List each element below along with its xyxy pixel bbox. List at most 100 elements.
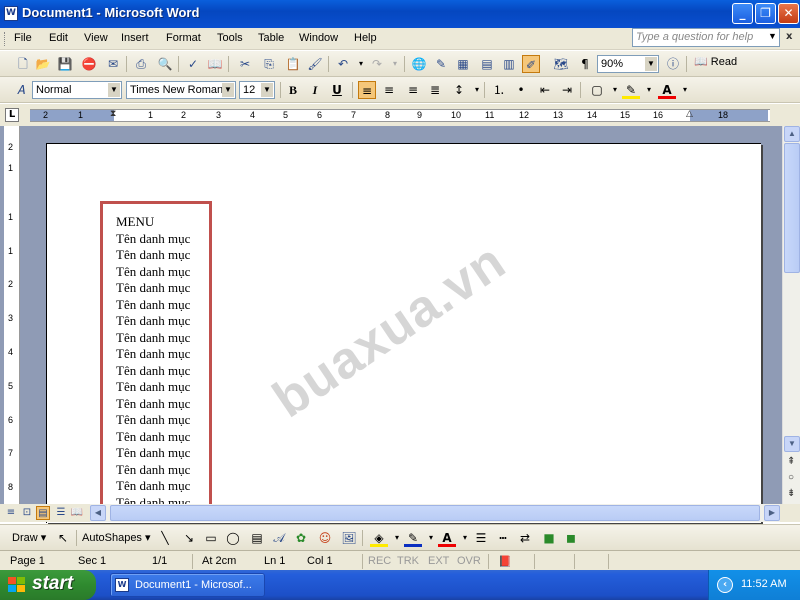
doc-line[interactable]: Tên danh mục: [116, 379, 209, 396]
oval-tool-icon[interactable]: ◯: [224, 529, 242, 547]
highlight-dropdown-icon[interactable]: ▾: [640, 81, 658, 99]
menu-format[interactable]: Format: [166, 32, 201, 44]
normal-view-icon[interactable]: ≡: [4, 506, 18, 520]
draw-font-color-icon[interactable]: A: [438, 529, 456, 547]
menu-insert[interactable]: Insert: [121, 32, 149, 44]
font-color-dropdown-icon[interactable]: ▾: [676, 81, 694, 99]
doc-line[interactable]: Tên danh mục: [116, 313, 209, 330]
line-color-icon[interactable]: ✎: [404, 529, 422, 547]
arrow-style-icon[interactable]: ⇄: [516, 529, 534, 547]
cut-icon[interactable]: ✂: [236, 55, 254, 73]
increase-indent-icon[interactable]: ⇥: [558, 81, 576, 99]
arrow-tool-icon[interactable]: ↘: [180, 529, 198, 547]
horizontal-scroll-thumb[interactable]: [110, 505, 760, 521]
research-icon[interactable]: 📖: [206, 55, 224, 73]
previous-page-icon[interactable]: ⇞: [787, 456, 795, 467]
reading-layout-icon[interactable]: 📖: [70, 506, 84, 520]
borders-icon[interactable]: ▢: [588, 81, 606, 99]
doc-line[interactable]: MENU: [116, 214, 209, 231]
styles-icon[interactable]: 𝐴: [12, 81, 30, 99]
menu-text-box[interactable]: MENU Tên danh mục Tên danh mục Tên danh …: [100, 201, 212, 511]
close-button[interactable]: ✕: [778, 3, 799, 24]
scroll-up-icon[interactable]: ▲: [784, 126, 800, 142]
hyperlink-icon[interactable]: 🌐: [410, 55, 428, 73]
menu-view[interactable]: View: [84, 32, 108, 44]
font-size-dropdown-icon[interactable]: ▼: [261, 83, 273, 97]
show-hide-icon[interactable]: ¶: [576, 55, 594, 73]
document-map-icon[interactable]: 🗺: [552, 55, 570, 73]
autoshapes-menu-button[interactable]: AutoShapes ▾: [82, 531, 151, 544]
select-objects-icon[interactable]: ↖: [54, 529, 72, 547]
web-layout-icon[interactable]: ⊡: [20, 506, 34, 520]
3d-style-icon[interactable]: ◼: [562, 529, 580, 547]
print-layout-icon[interactable]: ▤: [36, 506, 50, 520]
doc-line[interactable]: Tên danh mục: [116, 396, 209, 413]
dash-style-icon[interactable]: ┅: [494, 529, 512, 547]
doc-line[interactable]: Tên danh mục: [116, 363, 209, 380]
document-close-icon[interactable]: x: [786, 31, 792, 42]
wordart-icon[interactable]: 𝒜: [270, 529, 288, 547]
start-button[interactable]: start: [0, 570, 96, 600]
menu-tools[interactable]: Tools: [217, 32, 243, 44]
highlight-icon[interactable]: ✎: [622, 81, 640, 99]
status-rec[interactable]: REC: [368, 555, 391, 567]
bullets-icon[interactable]: •: [512, 81, 530, 99]
doc-line[interactable]: Tên danh mục: [116, 330, 209, 347]
outline-view-icon[interactable]: ☰: [54, 506, 68, 520]
line-spacing-icon[interactable]: ↕: [450, 81, 468, 99]
insert-excel-icon[interactable]: ▤: [478, 55, 496, 73]
doc-line[interactable]: Tên danh mục: [116, 346, 209, 363]
scroll-right-icon[interactable]: ▶: [764, 505, 780, 521]
align-center-icon[interactable]: ≡: [380, 81, 398, 99]
vertical-scroll-thumb[interactable]: [784, 143, 800, 273]
redo-dropdown-icon[interactable]: ▾: [386, 55, 404, 73]
doc-line[interactable]: Tên danh mục: [116, 264, 209, 281]
minimize-button[interactable]: _: [732, 3, 753, 24]
clock[interactable]: 11:52 AM: [741, 578, 787, 590]
menu-window[interactable]: Window: [299, 32, 338, 44]
style-combo[interactable]: Normal ▼: [32, 81, 122, 99]
redo-icon[interactable]: ↷: [368, 55, 386, 73]
font-dropdown-icon[interactable]: ▼: [222, 83, 234, 97]
vertical-scrollbar[interactable]: ▲ ▼ ⇞ ○ ⇟: [782, 126, 800, 504]
doc-line[interactable]: Tên danh mục: [116, 412, 209, 429]
align-right-icon[interactable]: ≡: [404, 81, 422, 99]
email-icon[interactable]: ✉: [104, 55, 122, 73]
insert-table-icon[interactable]: ▦: [454, 55, 472, 73]
shadow-style-icon[interactable]: ■: [540, 529, 558, 547]
font-combo[interactable]: Times New Roman ▼: [126, 81, 236, 99]
doc-line[interactable]: Tên danh mục: [116, 247, 209, 264]
rectangle-tool-icon[interactable]: ▭: [202, 529, 220, 547]
restore-button[interactable]: ❐: [755, 3, 776, 24]
font-color-icon[interactable]: A: [658, 81, 676, 99]
spelling-status-icon[interactable]: 📕: [498, 555, 512, 568]
doc-line[interactable]: Tên danh mục: [116, 297, 209, 314]
tables-borders-icon[interactable]: ✎: [432, 55, 450, 73]
line-style-icon[interactable]: ☰: [472, 529, 490, 547]
doc-line[interactable]: Tên danh mục: [116, 429, 209, 446]
ask-question-input[interactable]: Type a question for help: [632, 28, 780, 47]
scroll-left-icon[interactable]: ◀: [90, 505, 106, 521]
justify-icon[interactable]: ≣: [426, 81, 444, 99]
clip-art-icon[interactable]: ☺: [316, 529, 334, 547]
menu-edit[interactable]: Edit: [49, 32, 68, 44]
align-left-icon[interactable]: ≡: [358, 81, 376, 99]
draw-menu-button[interactable]: Draw ▾: [12, 531, 46, 544]
doc-line[interactable]: Tên danh mục: [116, 478, 209, 495]
decrease-indent-icon[interactable]: ⇤: [536, 81, 554, 99]
format-painter-icon[interactable]: 🖌: [306, 55, 324, 73]
horizontal-scrollbar[interactable]: ◀ ▶: [90, 504, 780, 522]
doc-line[interactable]: Tên danh mục: [116, 462, 209, 479]
drawing-icon[interactable]: ✐: [522, 55, 540, 73]
italic-button[interactable]: I: [306, 81, 324, 99]
select-browse-object-icon[interactable]: ○: [788, 472, 794, 483]
zoom-combo[interactable]: 90% ▼: [597, 55, 659, 73]
insert-picture-icon[interactable]: 🖼: [340, 529, 358, 547]
doc-line[interactable]: Tên danh mục: [116, 231, 209, 248]
zoom-dropdown-icon[interactable]: ▼: [645, 57, 657, 71]
status-ext[interactable]: EXT: [428, 555, 449, 567]
spelling-icon[interactable]: ✓: [184, 55, 202, 73]
scroll-down-icon[interactable]: ▼: [784, 436, 800, 452]
new-icon[interactable]: 🗋: [14, 55, 32, 73]
underline-button[interactable]: U: [328, 81, 346, 99]
